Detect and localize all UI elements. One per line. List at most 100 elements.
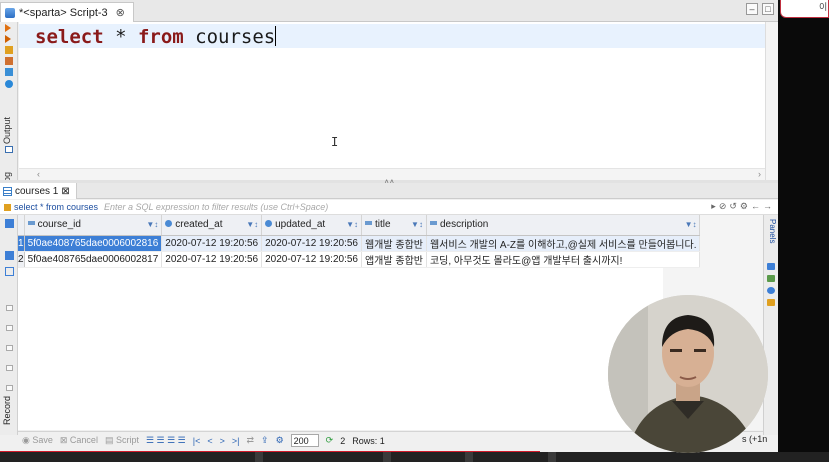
row-edit-icons[interactable]: ☰ ☰ ☰ ☰ (146, 435, 186, 446)
cell-title[interactable]: 앱개발 종합반 (361, 251, 427, 268)
grouping-panel-icon[interactable] (767, 299, 775, 306)
column-header-course-id[interactable]: course_id ▼↕ (24, 215, 163, 236)
cell-description[interactable]: 코딩, 아무것도 몰라도@앱 개발부터 출시까지! (426, 251, 701, 268)
grid-empty-area (18, 265, 663, 430)
save-button[interactable]: ◉ Save (22, 435, 53, 446)
row-marker (6, 305, 13, 311)
last-page-icon[interactable]: >| (232, 436, 240, 446)
os-taskbar-strip (0, 452, 829, 462)
minimize-icon[interactable]: – (746, 3, 758, 15)
table-row[interactable]: 1 5f0ae408765dae0006002816 2020-07-12 19… (18, 235, 701, 252)
grid-view-icon[interactable] (5, 219, 14, 228)
close-icon[interactable]: ⊗ (116, 6, 125, 19)
load-plan-icon[interactable] (5, 68, 13, 76)
sort-icon[interactable]: ▼↕ (685, 220, 697, 229)
value-panel-icon[interactable] (767, 263, 775, 270)
apply-filter-icon[interactable]: ⊘ (719, 201, 727, 212)
cell-course-id[interactable]: 5f0ae408765dae0006002816 (24, 235, 163, 252)
cancel-button[interactable]: ⊠ Cancel (60, 435, 98, 446)
cell-created-at[interactable]: 2020-07-12 19:20:56 (161, 235, 263, 252)
output-panel-toggle[interactable]: Output (2, 117, 12, 144)
editor-tabbar: *<sparta> Script-3 ⊗ – □ (0, 0, 778, 22)
export-icon[interactable]: ⇪ (261, 435, 269, 446)
scroll-right-icon[interactable]: › (758, 169, 761, 179)
taskbar-segment (465, 452, 473, 462)
execute-icon[interactable] (5, 24, 11, 32)
taskbar-segment (548, 452, 556, 462)
cell-created-at[interactable]: 2020-07-12 19:20:56 (161, 251, 263, 268)
tab-script-3[interactable]: *<sparta> Script-3 ⊗ (0, 2, 134, 22)
window-controls: – □ (746, 3, 774, 15)
column-header-title[interactable]: title ▼↕ (361, 215, 427, 236)
column-header-updated-at[interactable]: updated_at ▼↕ (261, 215, 362, 236)
nav-prev-icon[interactable]: ← (751, 201, 760, 212)
sort-icon[interactable]: ▼↕ (146, 220, 158, 229)
first-page-icon[interactable]: |< (193, 436, 201, 446)
cell-course-id[interactable]: 5f0ae408765dae0006002817 (24, 251, 163, 268)
record-mode-toggle[interactable]: Record (2, 396, 12, 425)
status-partial-text: s (+1n (742, 434, 768, 444)
prev-page-icon[interactable]: < (207, 436, 212, 446)
record-view-icon[interactable] (5, 267, 14, 276)
cell-description[interactable]: 웹서비스 개발의 A-Z를 이해하고,@실제 서비스를 만들어봅니다. (426, 235, 701, 252)
datetime-column-icon (265, 220, 273, 228)
row-marker (6, 385, 13, 391)
row-marker (6, 365, 13, 371)
results-tab-title: courses 1 (15, 185, 59, 197)
cell-updated-at[interactable]: 2020-07-12 19:20:56 (261, 235, 362, 252)
maximize-icon[interactable]: □ (762, 3, 774, 15)
cell-title[interactable]: 웹개발 종합반 (361, 235, 427, 252)
metadata-panel-icon[interactable] (767, 275, 775, 282)
sql-statement[interactable]: select * from courses (35, 26, 277, 48)
cell-updated-at[interactable]: 2020-07-12 19:20:56 (261, 251, 362, 268)
filter-settings-icon[interactable]: ⚙ (740, 201, 748, 212)
explain-plan-icon[interactable] (5, 57, 13, 65)
sort-icon[interactable]: ▼↕ (411, 220, 423, 229)
mouse-ibeam-cursor: I (331, 135, 339, 149)
table-row[interactable]: 2 5f0ae408765dae0006002817 2020-07-12 19… (18, 251, 701, 268)
filter-tools: ▸ ⊘ ↺ ⚙ ← → (711, 201, 772, 212)
keyword-from: from (137, 26, 184, 48)
text-view-icon[interactable] (5, 251, 14, 260)
column-header-description[interactable]: description ▼↕ (426, 215, 701, 236)
settings-icon[interactable] (5, 80, 13, 88)
filter-query-text: select * from courses (14, 202, 99, 212)
execute-statement-icon[interactable] (5, 35, 11, 43)
taskbar-segment (255, 452, 263, 462)
results-grid[interactable]: course_id ▼↕ created_at ▼↕ updated_at ▼↕ ti… (18, 215, 701, 268)
nav-next-icon[interactable]: → (763, 201, 772, 212)
column-header-created-at[interactable]: created_at ▼↕ (161, 215, 263, 236)
datetime-column-icon (165, 220, 173, 228)
panels-toggle[interactable]: Panels (768, 219, 777, 243)
webcam-overlay (608, 295, 768, 453)
filter-input[interactable]: Enter a SQL expression to filter results… (104, 202, 328, 212)
clear-filter-icon[interactable]: ↺ (729, 201, 737, 212)
keyword-select: select (35, 26, 104, 48)
sql-editor[interactable]: select * from courses I (19, 22, 765, 172)
rows-count: Rows: 1 (352, 435, 385, 446)
results-filter-bar[interactable]: select * from courses Enter a SQL expres… (0, 200, 778, 215)
scroll-left-icon[interactable]: ‹ (37, 169, 40, 179)
sort-icon[interactable]: ▼↕ (246, 220, 258, 229)
fetch-settings-icon[interactable]: ⚙ (276, 435, 284, 446)
execute-script-icon[interactable] (5, 46, 13, 54)
next-page-icon[interactable]: > (220, 436, 225, 446)
output-icon (5, 146, 13, 153)
refresh-icon[interactable]: ⟳ (326, 435, 334, 446)
fetch-size-toggle-icon[interactable]: ⇄ (246, 435, 254, 446)
sql-table-name: courses (183, 26, 276, 48)
script-button[interactable]: ▤ Script (105, 435, 139, 446)
tab-courses-1[interactable]: courses 1 ⊠ (0, 183, 77, 199)
results-grid-icon (3, 186, 12, 196)
string-column-icon (27, 221, 35, 226)
close-icon[interactable]: ⊠ (61, 186, 69, 197)
calc-panel-icon[interactable] (767, 287, 775, 294)
filter-history-icon[interactable]: ▸ (711, 201, 716, 212)
sort-icon[interactable]: ▼↕ (346, 220, 358, 229)
editor-vertical-scrollbar[interactable] (765, 22, 778, 180)
row-marker (6, 345, 13, 351)
page-size-input[interactable]: 200 (290, 434, 319, 447)
notification-popup[interactable]: 이 (780, 0, 829, 18)
string-column-icon (429, 221, 437, 226)
fetched-count: 2 (340, 435, 346, 446)
